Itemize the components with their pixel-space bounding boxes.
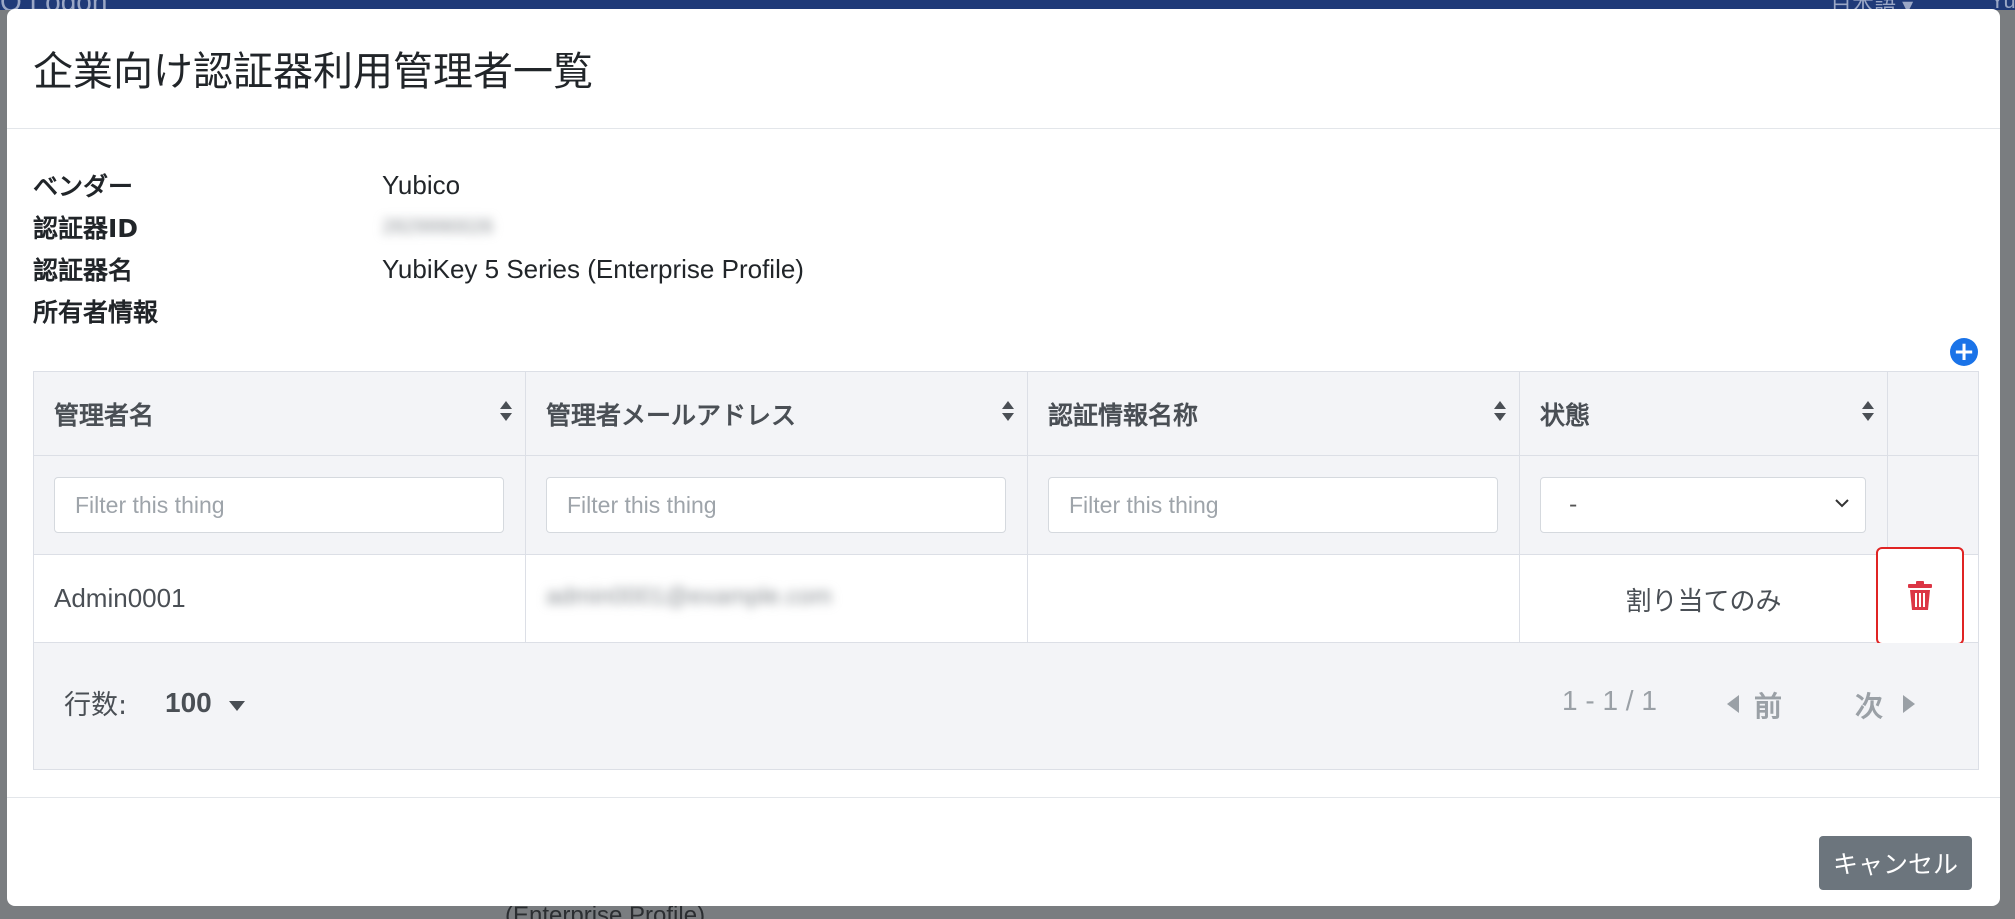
authenticator-name-value: YubiKey 5 Series (Enterprise Profile)	[382, 253, 804, 284]
filter-status-select[interactable]: -	[1540, 477, 1866, 533]
filter-status-value: -	[1569, 492, 1578, 518]
filter-admin-name-input[interactable]: Filter this thing	[54, 477, 504, 533]
column-header-label: 管理者名	[54, 401, 155, 430]
filter-cell: Filter this thing	[34, 456, 526, 554]
add-admin-button[interactable]: +	[1950, 338, 1978, 366]
cell-admin-email: admin0001@example.com	[526, 555, 1028, 642]
next-page-button[interactable]: 次	[1855, 685, 1883, 725]
info-row-vendor: ベンダー Yubico	[33, 164, 804, 206]
sort-icon	[1002, 401, 1014, 421]
plus-circle-icon: +	[1953, 337, 1975, 367]
column-header-status[interactable]: 状態	[1520, 372, 1888, 455]
cell-status: 割り当てのみ	[1520, 555, 1888, 642]
table-row: Admin0001 admin0001@example.com 割り当てのみ	[34, 547, 1978, 645]
filter-row: Filter this thing Filter this thing Filt…	[34, 456, 1978, 555]
info-row-authenticator-id: 認証器ID 2829990026	[33, 206, 804, 248]
filter-cell	[1888, 456, 1978, 554]
filter-cell: Filter this thing	[1028, 456, 1520, 554]
authenticator-id-label: 認証器ID	[33, 214, 139, 243]
rows-per-page-label: 行数:	[64, 690, 128, 721]
delete-button[interactable]	[1876, 547, 1964, 645]
sort-icon	[1494, 401, 1506, 421]
cell-credential-name	[1028, 555, 1520, 642]
page-range: 1 - 1 / 1	[1562, 685, 1657, 716]
prev-page-button[interactable]: 前	[1754, 685, 1782, 725]
trash-icon	[1908, 581, 1932, 610]
authenticator-id-value: 2829990026	[382, 215, 494, 238]
info-row-authenticator-name: 認証器名 YubiKey 5 Series (Enterprise Profil…	[33, 248, 804, 290]
modal-header: 企業向け認証器利用管理者一覧	[7, 9, 2000, 129]
cell-admin-name: Admin0001	[34, 555, 526, 642]
caret-left-icon[interactable]	[1727, 695, 1739, 713]
table-header-row: 管理者名 管理者メールアドレス 認証情報名称 状態	[34, 372, 1978, 456]
status-text: 割り当てのみ	[1625, 587, 1782, 617]
vendor-label: ベンダー	[33, 172, 134, 201]
modal-title: 企業向け認証器利用管理者一覧	[33, 49, 593, 95]
filter-cell: -	[1520, 456, 1888, 554]
cell-actions	[1876, 547, 1978, 645]
column-header-admin-email[interactable]: 管理者メールアドレス	[526, 372, 1028, 455]
sort-icon	[1862, 401, 1874, 421]
info-row-owner: 所有者情報	[33, 290, 804, 332]
column-header-label: 認証情報名称	[1048, 401, 1199, 430]
modal-footer: キャンセル	[7, 797, 2000, 906]
vendor-value: Yubico	[382, 169, 461, 200]
filter-cell: Filter this thing	[526, 456, 1028, 554]
column-header-label: 状態	[1540, 401, 1591, 430]
authenticator-info: ベンダー Yubico 認証器ID 2829990026 認証器名 YubiKe…	[33, 164, 804, 332]
filter-admin-email-input[interactable]: Filter this thing	[546, 477, 1006, 533]
column-header-credential-name[interactable]: 認証情報名称	[1028, 372, 1520, 455]
column-header-admin-name[interactable]: 管理者名	[34, 372, 526, 455]
caret-down-icon[interactable]	[229, 701, 245, 711]
admin-list-modal: 企業向け認証器利用管理者一覧 ベンダー Yubico 認証器ID 2829990…	[7, 9, 2000, 906]
chevron-down-icon	[1835, 499, 1849, 508]
table-footer: 行数: 100 1 - 1 / 1 前 次	[34, 643, 1978, 768]
sort-icon	[500, 401, 512, 421]
authenticator-name-label: 認証器名	[33, 256, 134, 285]
admin-table: 管理者名 管理者メールアドレス 認証情報名称 状態 Filter this th…	[33, 371, 1979, 770]
rows-per-page-select[interactable]: 100	[165, 687, 212, 719]
column-header-label: 管理者メールアドレス	[546, 401, 797, 430]
filter-credential-name-input[interactable]: Filter this thing	[1048, 477, 1498, 533]
cancel-button[interactable]: キャンセル	[1819, 836, 1972, 890]
admin-email: admin0001@example.com	[546, 583, 832, 610]
column-header-actions	[1888, 372, 1978, 455]
admin-name: Admin0001	[54, 583, 186, 613]
owner-info-label: 所有者情報	[33, 298, 159, 327]
caret-right-icon[interactable]	[1903, 695, 1915, 713]
